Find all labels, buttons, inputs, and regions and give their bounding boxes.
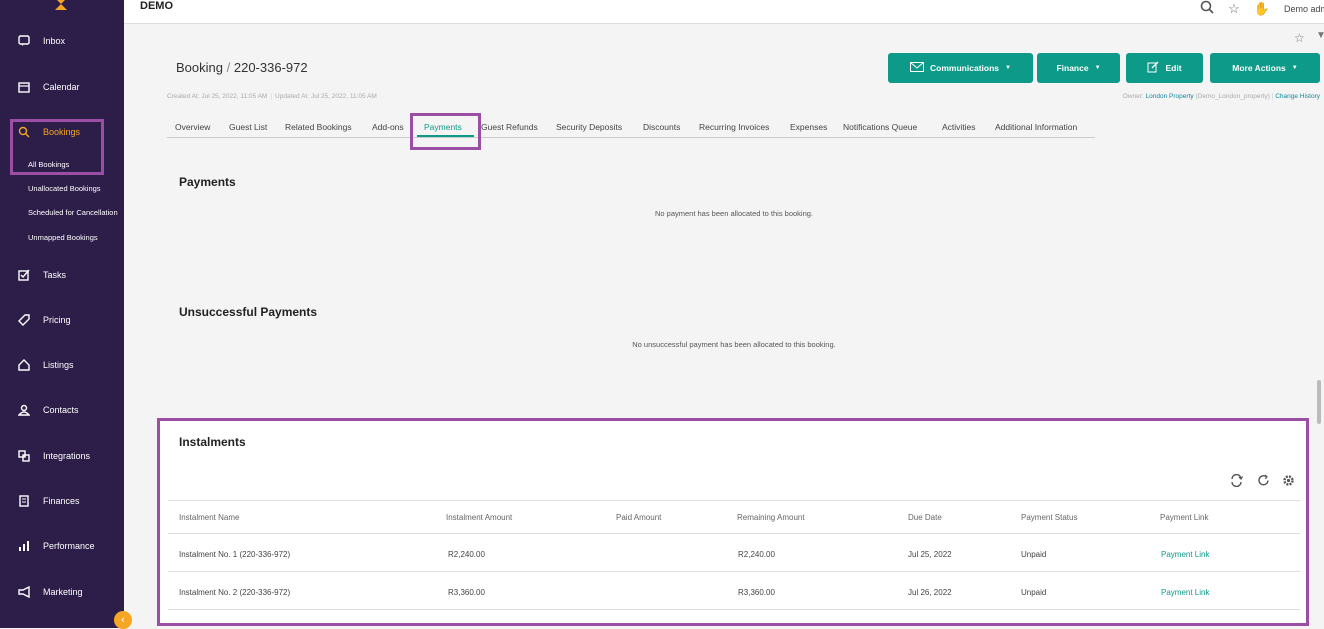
more-actions-label: More Actions [1232, 63, 1286, 73]
sidebar-item-calendar[interactable]: Calendar [0, 72, 124, 102]
unsuccessful-empty-message: No unsuccessful payment has been allocat… [632, 340, 836, 349]
sidebar: Inbox Calendar Bookings All Bookings Una… [0, 0, 124, 628]
sidebar-item-label: Marketing [43, 587, 83, 597]
tab-bar: Overview Guest List Related Bookings Add… [167, 116, 1095, 138]
owner-link[interactable]: London Property [1146, 93, 1194, 100]
sidebar-item-label: Tasks [43, 270, 67, 280]
sidebar-item-label: Inbox [43, 36, 66, 46]
calendar-icon [17, 80, 31, 94]
envelope-icon [910, 62, 925, 74]
edit-icon [1147, 61, 1159, 75]
tab-expenses[interactable]: Expenses [790, 122, 827, 132]
booking-meta: Created At: Jul 25, 2022, 11:05 AM | Updat… [167, 93, 377, 100]
more-actions-button[interactable]: More Actions ▼ [1210, 53, 1320, 83]
scrollbar[interactable] [1317, 380, 1321, 424]
logo-icon[interactable] [52, 0, 70, 12]
brand: DEMO [140, 0, 173, 12]
inbox-icon [17, 34, 31, 48]
page-title: Booking / 220-336-972 [176, 60, 308, 75]
favorite-star-icon[interactable]: ☆ [1294, 31, 1305, 45]
finances-icon [17, 494, 31, 508]
top-icons: ☆ ✋ Demo admin [1200, 0, 1324, 17]
unsuccessful-payments-heading: Unsuccessful Payments [179, 305, 318, 319]
sidebar-item-marketing[interactable]: Marketing [0, 577, 124, 607]
finance-button[interactable]: Finance ▼ [1037, 53, 1120, 83]
updated-at: Updated At: Jul 25, 2022, 11:05 AM [275, 93, 377, 100]
sidebar-item-pricing[interactable]: Pricing [0, 305, 124, 335]
highlight-instalments [157, 418, 1309, 626]
user-menu[interactable]: Demo admin [1284, 4, 1324, 14]
hand-icon[interactable]: ✋ [1254, 1, 1270, 17]
sidebar-item-label: Pricing [43, 315, 71, 325]
highlight-bookings [10, 119, 104, 175]
tab-security-deposits[interactable]: Security Deposits [556, 122, 622, 132]
star-icon[interactable]: ☆ [1228, 1, 1240, 17]
communications-label: Communications [930, 63, 999, 73]
created-at: Created At: Jul 25, 2022, 11:05 AM [167, 93, 268, 100]
search-icon[interactable] [1200, 0, 1214, 17]
communications-button[interactable]: Communications ▼ [888, 53, 1033, 83]
tab-discounts[interactable]: Discounts [643, 122, 680, 132]
sidebar-subitem-unmapped[interactable]: Unmapped Bookings [28, 233, 118, 242]
tab-guest-refunds[interactable]: Guest Refunds [481, 122, 538, 132]
collapse-sidebar-icon[interactable]: ‹ [114, 611, 132, 629]
tab-activities[interactable]: Activities [942, 122, 976, 132]
sidebar-item-contacts[interactable]: Contacts [0, 395, 124, 425]
tab-notifications-queue[interactable]: Notifications Queue [843, 122, 917, 132]
breadcrumb-separator: / [226, 60, 231, 75]
sidebar-item-label: Performance [43, 541, 95, 551]
owner-info: Owner: London Property (Demo_London_prop… [1122, 93, 1320, 100]
sidebar-item-label: Contacts [43, 405, 79, 415]
finance-label: Finance [1056, 63, 1089, 73]
sidebar-item-label: Calendar [43, 82, 80, 92]
tasks-icon [17, 268, 31, 282]
price-tag-icon [17, 313, 31, 327]
booking-id: 220-336-972 [233, 60, 308, 75]
sidebar-item-label: Listings [43, 360, 74, 370]
change-history-link[interactable]: Change History [1275, 93, 1320, 100]
edit-button[interactable]: Edit [1126, 53, 1203, 83]
highlight-payments-tab [410, 113, 481, 150]
contacts-icon [17, 403, 31, 417]
tab-recurring-invoices[interactable]: Recurring Invoices [699, 122, 769, 132]
home-icon [17, 358, 31, 372]
integrations-icon [17, 449, 31, 463]
sidebar-item-inbox[interactable]: Inbox [0, 26, 124, 56]
chevron-down-icon: ▼ [1291, 65, 1298, 71]
payments-empty-message: No payment has been allocated to this bo… [654, 209, 814, 218]
sidebar-subitem-unallocated[interactable]: Unallocated Bookings [28, 184, 118, 193]
edit-label: Edit [1165, 63, 1182, 73]
tab-related-bookings[interactable]: Related Bookings [285, 122, 352, 132]
sidebar-item-tasks[interactable]: Tasks [0, 260, 124, 290]
sidebar-item-performance[interactable]: Performance [0, 531, 124, 561]
topbar: DEMO ☆ ✋ Demo admin [124, 0, 1324, 24]
performance-icon [17, 539, 31, 553]
sidebar-item-listings[interactable]: Listings [0, 350, 124, 380]
sidebar-item-finances[interactable]: Finances [0, 486, 124, 516]
tab-add-ons[interactable]: Add-ons [372, 122, 404, 132]
owner-prefix: Owner: [1122, 93, 1144, 100]
sidebar-item-label: Integrations [43, 451, 91, 461]
pin-icon[interactable]: ▼ [1316, 30, 1324, 41]
megaphone-icon [17, 585, 31, 599]
breadcrumb-root[interactable]: Booking [176, 60, 223, 75]
sidebar-item-integrations[interactable]: Integrations [0, 441, 124, 471]
sidebar-item-label: Finances [43, 496, 80, 506]
owner-code: (Demo_London_property) [1195, 93, 1270, 100]
payments-heading: Payments [179, 175, 236, 189]
tab-overview[interactable]: Overview [175, 122, 210, 132]
chevron-down-icon: ▼ [1005, 65, 1011, 71]
tab-guest-list[interactable]: Guest List [229, 122, 267, 132]
tab-additional-information[interactable]: Additional Information [995, 122, 1077, 132]
chevron-down-icon: ▼ [1094, 65, 1101, 71]
sidebar-subitem-scheduled-cancellation[interactable]: Scheduled for Cancellation [28, 208, 118, 217]
